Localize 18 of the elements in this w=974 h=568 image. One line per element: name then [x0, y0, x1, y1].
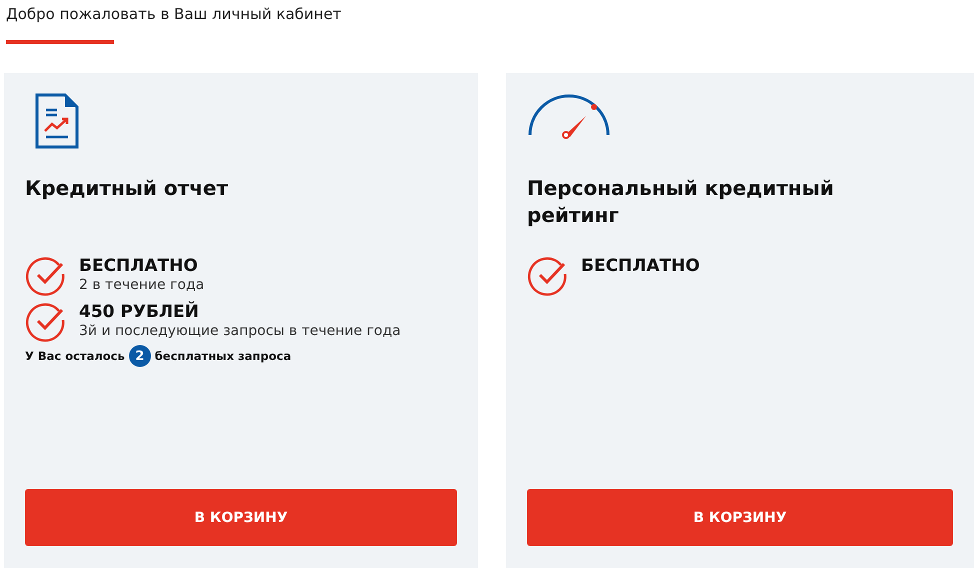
- add-to-cart-button[interactable]: В КОРЗИНУ: [25, 489, 457, 546]
- add-to-cart-button[interactable]: В КОРЗИНУ: [527, 489, 953, 546]
- feature-subtitle: 2 в течение года: [79, 277, 204, 294]
- welcome-heading: Добро пожаловать в Ваш личный кабинет: [6, 5, 342, 23]
- document-chart-icon: [35, 93, 79, 149]
- feature-title: 450 РУБЛЕЙ: [79, 301, 200, 323]
- feature-subtitle: 3й и последующие запросы в течение года: [79, 323, 401, 340]
- check-circle-icon: [25, 301, 67, 343]
- feature-title: БЕСПЛАТНО: [79, 255, 199, 277]
- feature-title: БЕСПЛАТНО: [581, 255, 700, 277]
- card-title: Кредитный отчет: [25, 175, 230, 202]
- count-badge: 2: [128, 345, 151, 367]
- gauge-icon: [527, 93, 611, 139]
- remaining-text: бесплатных запроса: [154, 349, 292, 363]
- remaining-text: У Вас осталось: [25, 349, 125, 363]
- card-title: Персональный кредитный рейтинг: [527, 175, 835, 229]
- check-circle-icon: [25, 255, 67, 297]
- check-circle-icon: [527, 255, 569, 297]
